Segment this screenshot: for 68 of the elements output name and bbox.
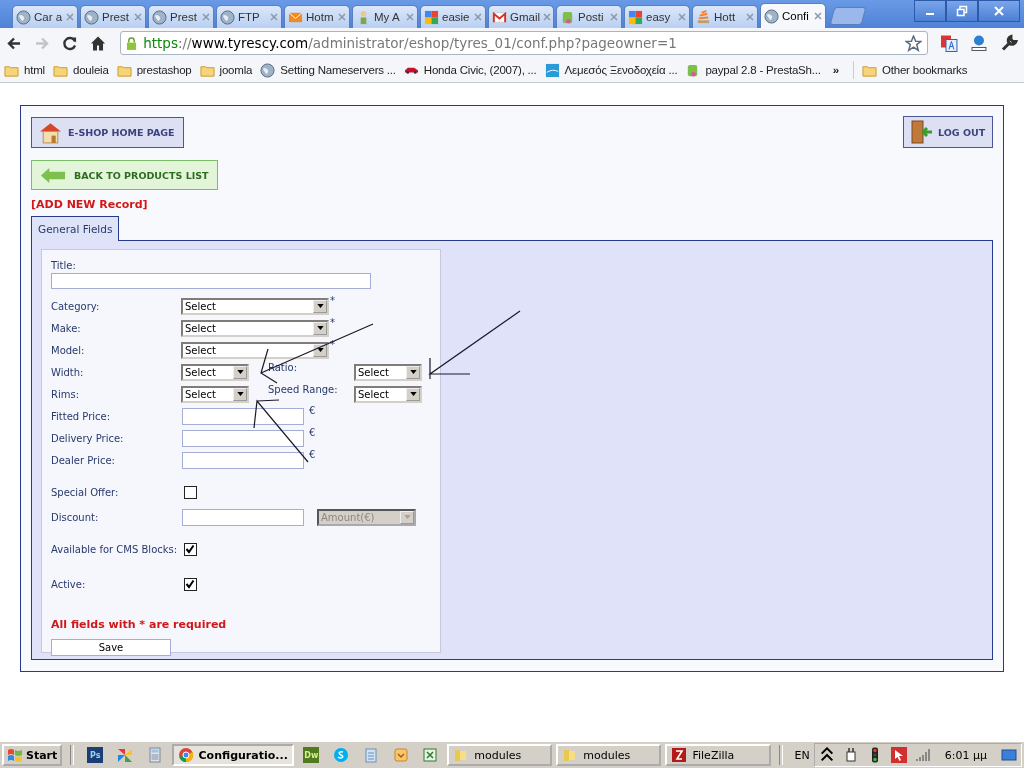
back-to-list-button[interactable]: BACK TO PRODUCTS LIST bbox=[31, 160, 218, 190]
select-dropdown[interactable]: Select bbox=[354, 385, 422, 403]
currency-symbol: € bbox=[309, 405, 316, 416]
field-label: Discount: bbox=[51, 511, 100, 523]
bookmark-item[interactable]: Λεμεσός Ξενοδοχεία ... bbox=[544, 62, 678, 78]
taskbar-button[interactable]: modules bbox=[556, 744, 662, 766]
select-dropdown[interactable]: Select bbox=[354, 363, 422, 381]
home-page-button[interactable]: E-SHOP HOME PAGE bbox=[31, 117, 184, 148]
select-dropdown[interactable]: Select bbox=[181, 319, 329, 337]
taskbar-button[interactable]: FileZilla bbox=[665, 744, 771, 766]
bookmark-item[interactable]: Other bookmarks bbox=[862, 62, 968, 78]
browser-tab[interactable]: Confi bbox=[760, 3, 826, 28]
logout-button[interactable]: LOG OUT bbox=[903, 116, 993, 148]
select-dropdown[interactable]: Select bbox=[181, 385, 249, 403]
bookmark-item[interactable]: prestashop bbox=[116, 62, 192, 78]
field-label: Width: bbox=[51, 366, 85, 378]
field-label: Rims: bbox=[51, 388, 81, 400]
field-label: Fitted Price: bbox=[51, 410, 112, 422]
field-label: Make: bbox=[51, 322, 82, 334]
field-label: Speed Range: bbox=[267, 383, 339, 395]
dreamweaver-icon[interactable]: Dw bbox=[303, 747, 320, 763]
bookmark-item[interactable]: html bbox=[4, 62, 45, 78]
select-dropdown[interactable]: Select bbox=[181, 341, 329, 359]
field-label: Available for CMS Blocks: bbox=[51, 543, 179, 555]
field-label: Active: bbox=[51, 578, 87, 590]
form-heading: [ADD NEW Record] bbox=[31, 198, 149, 211]
url-text: https://www.tyrescy.com/administrator/eshop/tyres_01/conf.php?pageowner=1 bbox=[143, 35, 678, 51]
clock: 6:01 μμ bbox=[944, 748, 987, 762]
bookmark-item[interactable]: paypal 2.8 - PrestaSh... bbox=[685, 62, 821, 78]
required-marker: * bbox=[330, 339, 335, 350]
more-bookmarks-button[interactable]: » bbox=[832, 64, 839, 76]
select-dropdown[interactable]: Select bbox=[181, 297, 329, 315]
browser-tab[interactable]: Prest bbox=[80, 5, 146, 28]
browser-tab[interactable]: easy bbox=[624, 5, 690, 28]
field-label: Title: bbox=[51, 260, 77, 271]
bookmark-item[interactable]: Setting Nameservers ... bbox=[260, 62, 396, 78]
browser-tab[interactable]: Car a bbox=[12, 5, 78, 28]
language-indicator[interactable]: EN bbox=[794, 748, 810, 762]
required-marker: * bbox=[330, 295, 335, 306]
address-bar[interactable]: https://www.tyrescy.com/administrator/eshop/tyres_01/conf.php?pageowner=1 bbox=[120, 31, 929, 55]
field-label: Ratio: bbox=[267, 361, 299, 373]
required-note: All fields with * are required bbox=[51, 618, 228, 631]
form-tab[interactable]: General Fields bbox=[31, 216, 120, 241]
field-label: Category: bbox=[51, 300, 101, 312]
field-label: Model: bbox=[51, 344, 86, 356]
taskbar-button[interactable]: Configuratio... bbox=[171, 744, 295, 766]
browser-tab[interactable]: Hotm bbox=[284, 5, 350, 28]
browser-tab[interactable]: Gmail bbox=[488, 5, 554, 28]
bookmark-item[interactable]: Honda Civic, (2007), ... bbox=[403, 64, 537, 76]
field-label: Special Offer: bbox=[51, 486, 120, 498]
select-dropdown[interactable]: Select bbox=[181, 363, 249, 381]
required-marker: * bbox=[330, 317, 335, 328]
photoshop-icon[interactable]: Ps bbox=[87, 747, 104, 763]
browser-tab[interactable]: FTP bbox=[216, 5, 282, 28]
save-button[interactable]: Save bbox=[51, 639, 171, 656]
taskbar-button[interactable]: modules bbox=[447, 744, 553, 766]
field-label: Delivery Price: bbox=[51, 432, 125, 444]
browser-tab[interactable]: Prest bbox=[148, 5, 214, 28]
currency-symbol: € bbox=[309, 427, 316, 438]
currency-symbol: € bbox=[309, 449, 316, 460]
browser-tab[interactable]: Hott bbox=[692, 5, 758, 28]
browser-tab[interactable]: Posti bbox=[556, 5, 622, 28]
start-button[interactable]: Start bbox=[2, 744, 63, 766]
field-label: Dealer Price: bbox=[51, 454, 116, 466]
bookmark-item[interactable]: douleia bbox=[52, 62, 109, 78]
browser-tab[interactable]: easie bbox=[420, 5, 486, 28]
bookmark-item[interactable]: joomla bbox=[199, 62, 253, 78]
browser-tab[interactable]: My A bbox=[352, 5, 418, 28]
